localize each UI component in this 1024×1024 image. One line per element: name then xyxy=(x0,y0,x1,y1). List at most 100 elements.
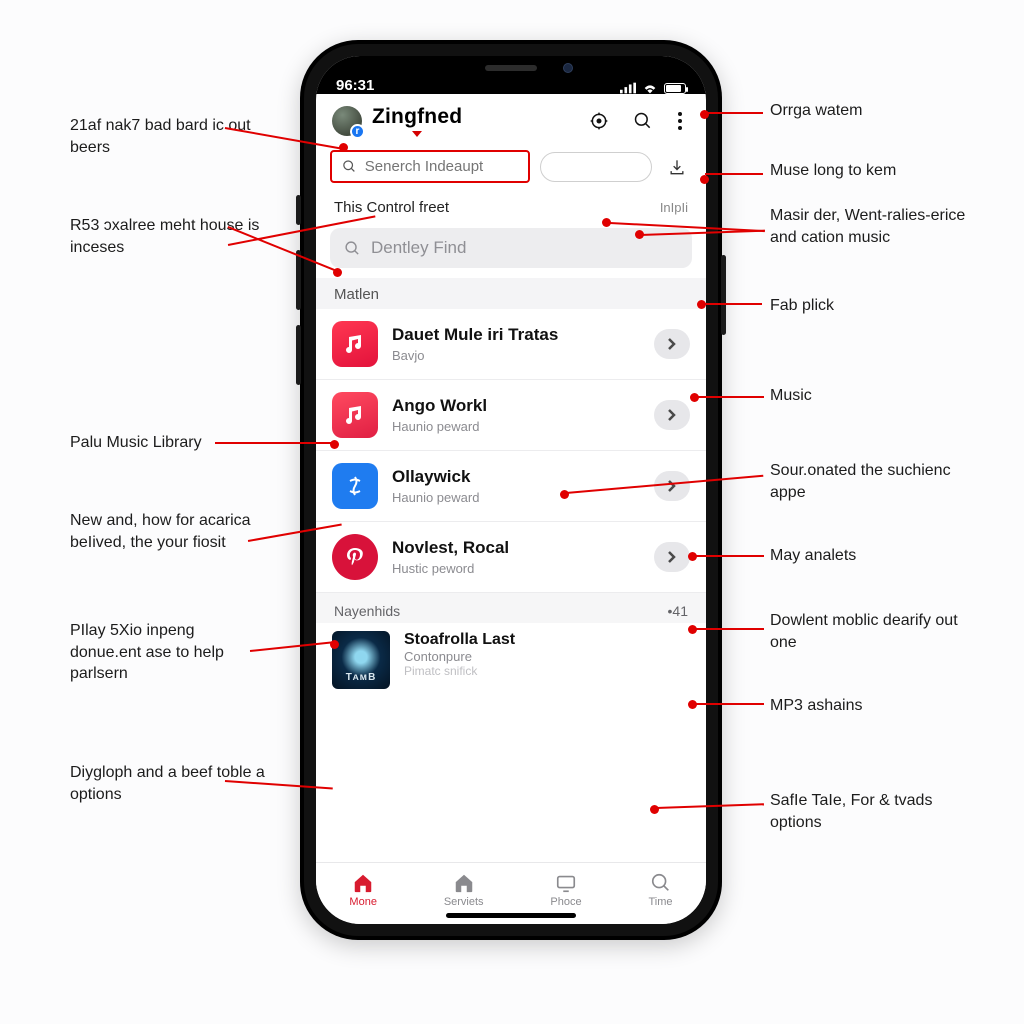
callout-line xyxy=(705,173,763,175)
side-button xyxy=(296,195,301,225)
item-subtitle: Haunio peward xyxy=(392,419,640,434)
annotation: Orrga watem xyxy=(770,100,862,122)
callout-dot xyxy=(700,175,709,184)
annotation: Muse long to kem xyxy=(770,160,896,182)
section-meta: InIpIi xyxy=(660,200,688,215)
playlist-subtitle: Contonpure xyxy=(404,649,515,664)
camera-icon xyxy=(563,63,573,73)
callout-line xyxy=(694,703,764,705)
chevron-right-icon[interactable] xyxy=(654,471,690,501)
filter-pill[interactable] xyxy=(540,152,652,182)
annotation: PIlay 5Xio inpeng donue.ent ase to help … xyxy=(70,620,270,685)
target-icon[interactable] xyxy=(582,104,616,138)
search-input[interactable] xyxy=(365,158,518,175)
item-subtitle: Hustic peword xyxy=(392,561,640,576)
battery-icon xyxy=(664,83,686,94)
annotation: New and, how for acarica beIived, the yo… xyxy=(70,510,270,553)
tab-label: Serviets xyxy=(444,896,484,908)
annotation: Sour.onated the suchienc appe xyxy=(770,460,970,503)
chevron-right-icon[interactable] xyxy=(654,329,690,359)
annotation: MP3 ashains xyxy=(770,695,863,717)
callout-line xyxy=(705,112,763,114)
pinterest-icon xyxy=(332,534,378,580)
annotation: Palu Music Library xyxy=(70,432,202,454)
tab-label: Mone xyxy=(349,896,377,908)
item-subtitle: Haunio peward xyxy=(392,490,640,505)
item-title: Novlest, Rocal xyxy=(392,538,640,558)
callout-dot xyxy=(688,625,697,634)
tab-services[interactable]: Serviets xyxy=(444,872,484,908)
callout-dot xyxy=(690,393,699,402)
chevron-right-icon[interactable] xyxy=(654,542,690,572)
music-icon xyxy=(332,321,378,367)
status-icons xyxy=(620,82,686,94)
annotation: Dowlent moblic dearify out one xyxy=(770,610,970,653)
avatar[interactable]: r xyxy=(332,106,362,136)
download-icon[interactable] xyxy=(662,152,692,182)
playlist-card[interactable]: Stoafrolla Last Contonpure Pimatc snific… xyxy=(316,623,706,703)
playlists-title: Nayenhids xyxy=(334,603,400,619)
more-icon[interactable] xyxy=(670,106,690,136)
playlist-title: Stoafrolla Last xyxy=(404,631,515,649)
section-title: This Control freet xyxy=(334,199,449,216)
callout-line xyxy=(694,628,764,630)
playlists-meta: •41 xyxy=(668,603,688,619)
album-art xyxy=(332,631,390,689)
callout-line xyxy=(696,396,764,398)
list-item[interactable]: Ango Workl Haunio peward xyxy=(316,380,706,451)
wifi-icon xyxy=(642,82,658,94)
list-item[interactable]: Dauet Mule iri Tratas Bavjo xyxy=(316,309,706,380)
tab-device[interactable]: Phoce xyxy=(550,872,581,908)
callout-line xyxy=(215,442,333,444)
search-row xyxy=(316,146,706,193)
group-title: Matlen xyxy=(316,278,706,309)
caret-down-icon xyxy=(412,131,422,137)
annotation: R53 ɔxalree meht house is inceses xyxy=(70,215,270,258)
callout-line xyxy=(702,303,762,305)
playlists-header: Nayenhids •41 xyxy=(316,593,706,623)
list-item[interactable]: Novlest, Rocal Hustic peword xyxy=(316,522,706,593)
home-icon xyxy=(352,872,374,894)
list-item[interactable]: Ollaywick Haunio peward xyxy=(316,451,706,522)
callout-dot xyxy=(688,700,697,709)
cellular-icon xyxy=(620,82,636,94)
app-header: r Zingfned xyxy=(316,94,706,146)
item-subtitle: Bavjo xyxy=(392,348,640,363)
status-time: 96:31 xyxy=(336,77,374,94)
item-title: Ango Workl xyxy=(392,396,640,416)
search-highlight xyxy=(330,150,530,183)
tab-home[interactable]: Mone xyxy=(349,872,377,908)
annotation: 21af nak7 bad bard ic out beers xyxy=(70,115,270,158)
tab-search[interactable]: Time xyxy=(648,872,672,908)
chevron-right-icon[interactable] xyxy=(654,400,690,430)
music-icon xyxy=(332,392,378,438)
tab-label: Time xyxy=(648,896,672,908)
app-icon xyxy=(332,463,378,509)
search-icon[interactable] xyxy=(626,104,660,138)
search-icon xyxy=(650,872,672,894)
playlist-subtitle-2: Pimatc snifick xyxy=(404,664,515,678)
result-list: Dauet Mule iri Tratas Bavjo Ango Workl H… xyxy=(316,309,706,593)
side-button xyxy=(296,250,301,310)
side-button xyxy=(296,325,301,385)
avatar-badge: r xyxy=(350,124,365,139)
search-icon xyxy=(344,240,361,257)
app-title: Zingfned xyxy=(372,105,462,129)
secondary-search-placeholder: Dentley Find xyxy=(371,238,466,258)
annotation: SafIe TaIe, For & tvads options xyxy=(770,790,970,833)
search-icon xyxy=(342,158,357,175)
annotation: Music xyxy=(770,385,812,407)
item-title: Dauet Mule iri Tratas xyxy=(392,325,640,345)
tab-label: Phoce xyxy=(550,896,581,908)
home-outline-icon xyxy=(453,872,475,894)
annotation: Masir der, Went-ralies-erice and cation … xyxy=(770,205,970,248)
notch xyxy=(421,56,601,86)
side-button xyxy=(721,255,726,335)
annotation: Diygloph and a beef toble a options xyxy=(70,762,270,805)
screen: 96:31 r Zingfned xyxy=(316,56,706,924)
home-indicator xyxy=(446,913,576,918)
phone-frame: 96:31 r Zingfned xyxy=(300,40,722,940)
device-icon xyxy=(555,872,577,894)
callout-line xyxy=(694,555,764,557)
item-title: Ollaywick xyxy=(392,467,640,487)
